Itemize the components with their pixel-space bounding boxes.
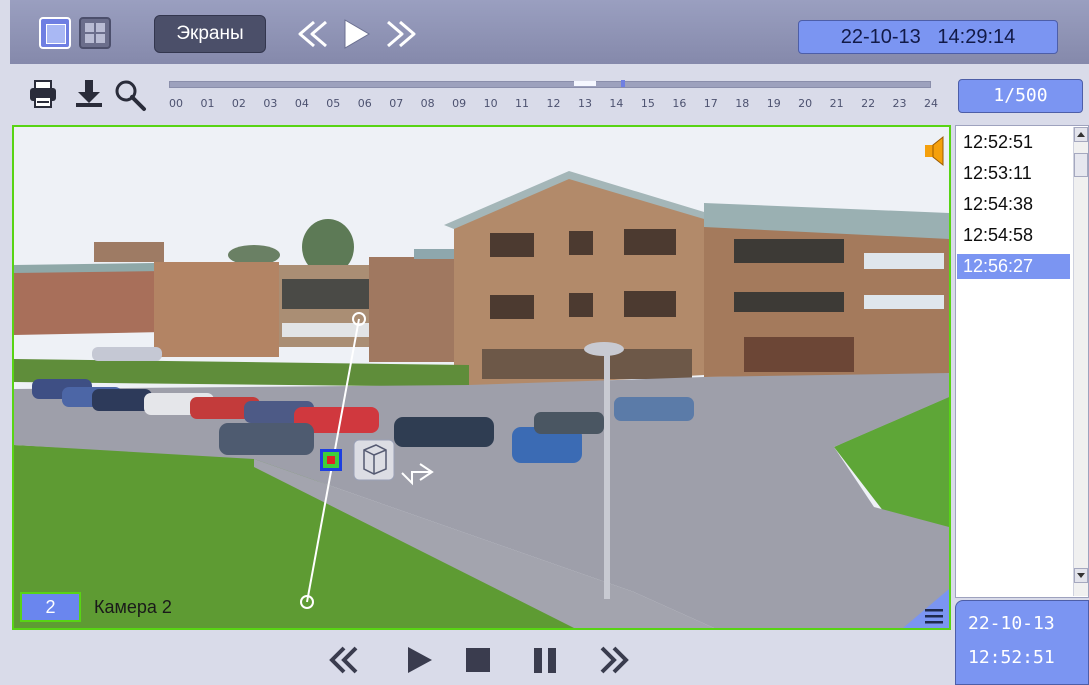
- timeline-hour-label: 02: [231, 97, 246, 110]
- quad-layout-icon: [85, 34, 94, 43]
- event-list-item[interactable]: 12:54:58: [957, 223, 1070, 248]
- selected-event-time: 12:52:51: [968, 647, 1055, 668]
- step-forward-icon[interactable]: [600, 646, 629, 674]
- timeline-hour-label: 03: [263, 97, 278, 110]
- play-icon[interactable]: [408, 647, 432, 673]
- archive-toolbar: 00 01 02 03 04 05 06 07 08 09 10 11 12 13 14 15 16 17 18 19…: [0, 64, 1089, 122]
- step-back-icon[interactable]: [329, 646, 358, 674]
- printer-icon[interactable]: [27, 78, 59, 110]
- playback-controls: [329, 646, 629, 674]
- quad-layout-button[interactable]: [79, 17, 111, 49]
- play-icon[interactable]: [344, 19, 370, 49]
- download-icon[interactable]: [73, 78, 105, 110]
- event-list[interactable]: 12:52:51 12:53:11 12:54:38 12:54:58 12:56:27: [955, 125, 1089, 598]
- event-list-item[interactable]: 12:53:11: [957, 161, 1070, 186]
- selected-event-datetime: 22-10-13 12:52:51: [955, 600, 1089, 685]
- quad-layout-icon: [85, 23, 94, 32]
- fast-forward-icon[interactable]: [387, 20, 416, 48]
- event-counter: 1/500: [958, 79, 1083, 113]
- camera-number-badge: 2: [20, 592, 81, 622]
- timeline-hour-label: 07: [389, 97, 404, 110]
- timeline-hour-label: 22: [861, 97, 876, 110]
- camera-name: Камера 2: [94, 597, 172, 617]
- current-datetime: 22-10-13 14:29:14: [798, 20, 1058, 54]
- single-layout-icon: [46, 24, 66, 44]
- video-player-window: Экраны 22-10-13 14:29:14 00 01 02 03 04 …: [0, 0, 1089, 685]
- selected-event-date: 22-10-13: [968, 613, 1055, 634]
- arrow-up-icon: [1077, 132, 1085, 137]
- timeline-hour-label: 19: [766, 97, 781, 110]
- quad-layout-icon: [96, 34, 105, 43]
- timeline-hour-label: 05: [326, 97, 341, 110]
- timeline-hour-label: 12: [546, 97, 561, 110]
- timeline-hour-label: 18: [735, 97, 750, 110]
- timeline-hour-label: 24: [924, 97, 938, 110]
- camera-image: [14, 127, 949, 628]
- timeline-hour-label: 09: [452, 97, 467, 110]
- timeline-hour-label: 13: [577, 97, 592, 110]
- magnifier-icon[interactable]: [113, 78, 147, 112]
- arrow-down-icon: [1077, 573, 1085, 578]
- timeline-hour-label: 00: [169, 97, 183, 110]
- scroll-up-button[interactable]: [1074, 127, 1088, 142]
- stop-icon[interactable]: [466, 648, 490, 672]
- top-toolbar: Экраны 22-10-13 14:29:14: [10, 0, 1089, 64]
- scroll-down-button[interactable]: [1074, 568, 1088, 583]
- timeline-hour-label: 08: [420, 97, 435, 110]
- timeline-hour-label: 11: [515, 97, 530, 110]
- screens-button[interactable]: Экраны: [154, 15, 266, 53]
- timeline-track[interactable]: [169, 81, 931, 88]
- timeline-hour-labels: 00 01 02 03 04 05 06 07 08 09 10 11 12 13 14 15 16 17 18 19…: [164, 97, 940, 113]
- timeline-hour-label: 16: [672, 97, 687, 110]
- timeline-hour-label: 17: [703, 97, 718, 110]
- playback-nav-group: [298, 19, 416, 49]
- timeline-hour-label: 23: [892, 97, 907, 110]
- timeline-hour-label: 06: [357, 97, 372, 110]
- timeline-hour-label: 01: [200, 97, 215, 110]
- speaker-icon[interactable]: [923, 134, 947, 168]
- pause-icon[interactable]: [534, 648, 556, 673]
- timeline-hour-label: 15: [640, 97, 655, 110]
- timeline-hour-label: 21: [829, 97, 844, 110]
- video-frame[interactable]: 2 Камера 2: [12, 125, 951, 630]
- rewind-icon[interactable]: [298, 20, 327, 48]
- event-list-item[interactable]: 12:52:51: [957, 130, 1070, 155]
- event-list-scrollbar[interactable]: [1073, 127, 1088, 596]
- timeline-hour-label: 14: [609, 97, 624, 110]
- event-list-item[interactable]: 12:56:27: [957, 254, 1070, 279]
- timeline-hour-label: 04: [294, 97, 309, 110]
- quad-layout-icon: [96, 23, 105, 32]
- single-layout-button[interactable]: [39, 17, 71, 49]
- timeline-position-marker[interactable]: [621, 80, 625, 87]
- timeline-hour-label: 10: [483, 97, 498, 110]
- timeline-hour-label: 20: [798, 97, 813, 110]
- scroll-thumb[interactable]: [1074, 153, 1088, 177]
- menu-icon[interactable]: [903, 589, 949, 628]
- timeline-record-marker: [574, 81, 596, 86]
- event-list-item[interactable]: 12:54:38: [957, 192, 1070, 217]
